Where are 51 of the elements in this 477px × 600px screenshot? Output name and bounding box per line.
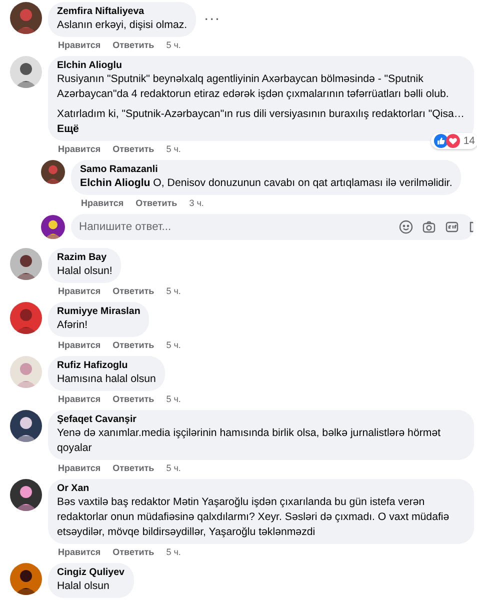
reply-link[interactable]: Ответить [112, 340, 154, 351]
comment-text: Halal olsun! [57, 264, 112, 279]
timestamp: 5 ч. [166, 40, 181, 51]
author-name[interactable]: Şefaqet Cavanşir [57, 414, 465, 426]
reply-link[interactable]: Ответить [112, 547, 154, 558]
comment-text: Elchin Alioglu O, Denisov donuzunun cavabı on qat artıqlaması ilə verilməlidir. [80, 176, 452, 191]
reply-link[interactable]: Ответить [112, 286, 154, 297]
comment-text: Afərin! [57, 318, 89, 333]
reply-link[interactable]: Ответить [112, 40, 154, 51]
like-link[interactable]: Нравится [58, 547, 101, 558]
reply-link[interactable]: Ответить [112, 144, 154, 155]
timestamp: 5 ч. [166, 547, 181, 558]
like-link[interactable]: Нравится [58, 394, 101, 405]
comment-text: Hamısına halal olsun [57, 372, 156, 387]
author-name[interactable]: Zemfira Niftaliyeva [57, 6, 188, 18]
timestamp: 5 ч. [166, 340, 181, 351]
gif-icon[interactable] [445, 220, 459, 234]
author-name[interactable]: Elchin Alioglu [57, 60, 465, 72]
reply-input[interactable]: Напишите ответ... [79, 214, 399, 240]
like-link[interactable]: Нравится [58, 40, 101, 51]
reply-field[interactable]: Напишите ответ... [71, 214, 474, 240]
author-name[interactable]: Rumiyye Miraslan [57, 306, 140, 318]
comment-text: Yenə də xanımlar.media işçilərinin hamısında birlik olsa, bəlkə jurnalistlərə hörmət qoyalar [57, 426, 442, 456]
timestamp: 5 ч. [166, 286, 181, 297]
like-icon [434, 134, 448, 148]
timestamp: 5 ч. [166, 144, 181, 155]
timestamp: 5 ч. [166, 394, 181, 405]
comment-text: Bəs vaxtilə baş redaktor Mətin Yaşaroğlu işdən çıxarılanda bu gün istefa verən redaktorlar onun müdafiəsinə qalxdılarmı? Xeyr. Səsləri də çıxmadı. O vaxt müdafiə etsəydilər, mövqe bildirsəydillər, Yaşaroğlu təklənməzdi [57, 495, 450, 540]
reaction-badge[interactable]: 14 [431, 133, 477, 149]
camera-icon[interactable] [422, 220, 436, 234]
author-name[interactable]: Razim Bay [57, 252, 112, 264]
reply-link[interactable]: Ответить [136, 198, 178, 209]
author-name[interactable]: Or Xan [57, 483, 465, 495]
author-name[interactable]: Samo Ramazanli [80, 164, 452, 176]
reply-link[interactable]: Ответить [112, 394, 154, 405]
comment-text: Rusiyanın "Sputnik" beynəlxalq agentliyinin Axərbaycan bölməsində - "Sputnik Azərbaycan"da 4 redaktorun etiraz edərək işdən çıxmalarının təfərrüatları bəlli olub. [57, 72, 450, 102]
author-name[interactable]: Rufiz Hafizoglu [57, 360, 156, 372]
timestamp: 3 ч. [189, 198, 204, 209]
like-link[interactable]: Нравится [58, 463, 101, 474]
like-link[interactable]: Нравится [81, 198, 124, 209]
like-link[interactable]: Нравится [58, 286, 101, 297]
like-link[interactable]: Нравится [58, 340, 101, 351]
reply-link[interactable]: Ответить [112, 463, 154, 474]
emoji-icon[interactable] [399, 220, 413, 234]
author-name[interactable]: Cingiz Quliyev [57, 567, 125, 579]
comment-text: Halal olsun [57, 579, 110, 594]
timestamp: 5 ч. [166, 463, 181, 474]
like-link[interactable]: Нравится [58, 144, 101, 155]
comment-text: Aslanın erkəyi, dişisi olmaz. [57, 18, 188, 33]
more-options-button[interactable]: ... [196, 6, 228, 24]
see-more-link[interactable]: Ещё [57, 123, 79, 135]
